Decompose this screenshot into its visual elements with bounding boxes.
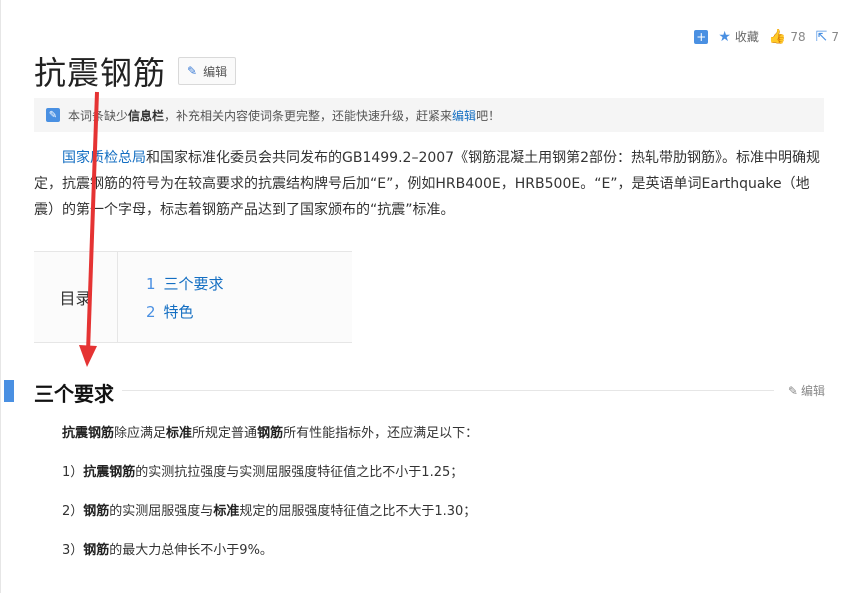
toc-item-label: 特色	[163, 303, 194, 321]
notice-text-part: 本词条缺少	[68, 108, 129, 123]
text: 除应满足	[114, 426, 167, 441]
notice-text-part: 吧！	[476, 108, 501, 123]
notice-bold: 信息栏	[128, 108, 165, 123]
table-of-contents: 目录 1 三个要求 2 特色	[34, 251, 352, 343]
toc-item-number: 1	[146, 275, 156, 293]
favorite-button[interactable]: ★ 收藏	[718, 28, 759, 45]
text: 的最大力总伸长不小于9%。	[109, 543, 273, 558]
edit-button-label: 编辑	[203, 64, 228, 79]
bold-term: 钢筋	[83, 504, 110, 519]
missing-infobox-notice: ✎ 本词条缺少信息栏，补充相关内容使词条更完整，还能快速升级，赶紧来编辑吧！	[34, 98, 824, 132]
toc-item-number: 2	[146, 303, 156, 321]
toc-item[interactable]: 1 三个要求	[146, 270, 224, 298]
pencil-icon: ✎	[787, 383, 798, 398]
section-accent-bar	[4, 380, 14, 402]
title-row: 抗震钢筋 ✎ 编辑	[34, 48, 237, 94]
edit-button[interactable]: ✎ 编辑	[178, 57, 237, 85]
bold-term: 标准	[166, 426, 193, 441]
top-actions: + ★ 收藏 👍 78 ⇱ 7	[694, 28, 839, 45]
notice-text: 本词条缺少信息栏，补充相关内容使词条更完整，还能快速升级，赶紧来编辑吧！	[68, 107, 500, 124]
share-count: 7	[831, 29, 839, 44]
page-title: 抗震钢筋	[34, 54, 167, 92]
toc-label: 目录	[34, 252, 118, 342]
lead-link[interactable]: 国家质检总局	[62, 150, 146, 166]
requirement-2: 2）钢筋的实测屈服强度与标准规定的屈服强度特征值之比不大于1.30；	[62, 500, 476, 519]
section-edit-label: 编辑	[800, 384, 825, 398]
section-divider	[34, 390, 774, 391]
like-count: 78	[790, 29, 806, 44]
notice-edit-link[interactable]: 编辑	[452, 109, 476, 123]
notice-text-part: ，补充相关内容使词条更完整，还能快速升级，赶紧来	[164, 108, 453, 123]
pencil-icon: ✎	[46, 108, 60, 122]
bold-term: 标准	[213, 504, 240, 519]
lead-text: 和国家标准化委员会共同发布的GB1499.2–2007《钢筋混凝土用钢第2部份：…	[34, 150, 820, 218]
thumbs-up-icon: 👍	[768, 28, 787, 45]
section-title: 三个要求	[34, 378, 122, 407]
toc-list: 1 三个要求 2 特色	[118, 252, 224, 342]
text: 规定的屈服强度特征值之比不大于1.30；	[239, 504, 477, 519]
requirement-1: 1）抗震钢筋的实测抗拉强度与实测屈服强度特征值之比不小于1.25；	[62, 461, 463, 480]
lead-paragraph: 国家质检总局和国家标准化委员会共同发布的GB1499.2–2007《钢筋混凝土用…	[34, 145, 824, 223]
text: 的实测抗拉强度与实测屈服强度特征值之比不小于1.25；	[135, 465, 464, 480]
bold-term: 抗震钢筋	[83, 465, 136, 480]
requirement-3: 3）钢筋的最大力总伸长不小于9%。	[62, 539, 273, 558]
text: 2）	[62, 504, 84, 519]
like-button[interactable]: 👍 78	[769, 29, 806, 45]
bold-term: 钢筋	[83, 543, 110, 558]
text: 3）	[62, 543, 84, 558]
pencil-icon: ✎	[187, 64, 198, 78]
bold-term: 抗震钢筋	[62, 426, 115, 441]
share-button[interactable]: ⇱ 7	[816, 29, 839, 45]
toc-item[interactable]: 2 特色	[146, 298, 224, 326]
share-icon: ⇱	[815, 28, 828, 45]
text: 所有性能指标外，还应满足以下：	[283, 426, 479, 441]
text: 的实测屈服强度与	[109, 504, 214, 519]
bold-term: 钢筋	[257, 426, 284, 441]
section-intro: 抗震钢筋除应满足标准所规定普通钢筋所有性能指标外，还应满足以下：	[62, 422, 478, 441]
star-icon: ★	[718, 28, 731, 45]
favorite-label: 收藏	[734, 30, 759, 44]
text: 1）	[62, 465, 84, 480]
text: 所规定普通	[192, 426, 258, 441]
plus-square-icon[interactable]: +	[694, 29, 709, 44]
section-edit-button[interactable]: ✎ 编辑	[788, 382, 825, 399]
toc-item-label: 三个要求	[163, 275, 224, 293]
